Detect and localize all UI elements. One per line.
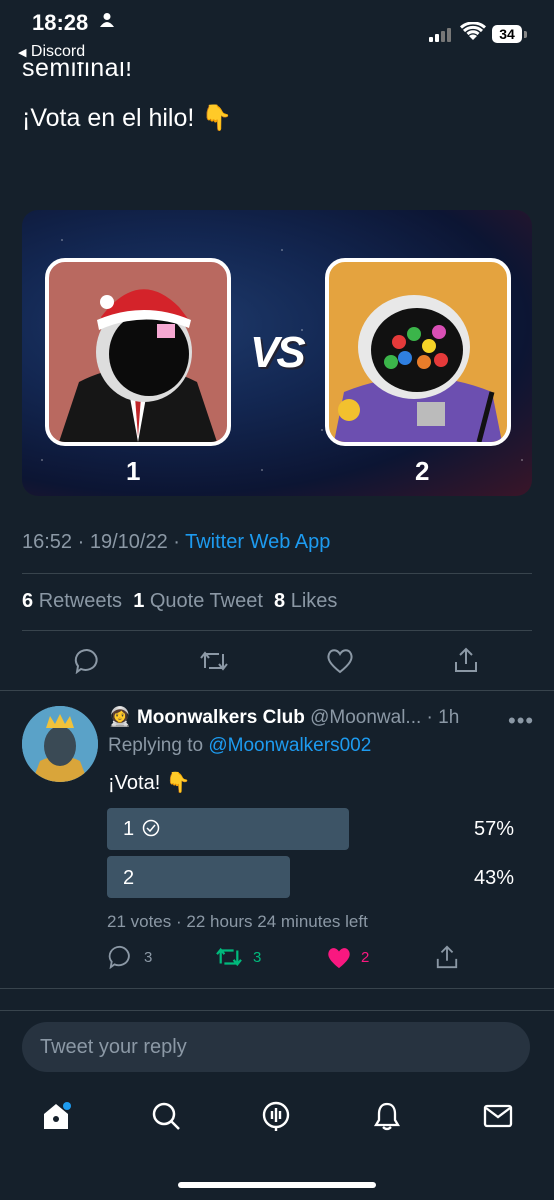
reply-input[interactable]: Tweet your reply bbox=[22, 1022, 530, 1072]
battery-cap bbox=[524, 31, 527, 38]
poll-option-2-bar[interactable] bbox=[107, 856, 290, 898]
replying-mention-link[interactable]: @Moonwalkers002 bbox=[208, 735, 371, 756]
divider bbox=[0, 1010, 554, 1011]
tweet-time: 16:52 bbox=[22, 531, 73, 553]
avatar[interactable] bbox=[22, 706, 98, 782]
back-label: Discord bbox=[30, 43, 86, 60]
home-icon[interactable] bbox=[40, 1100, 72, 1132]
spaces-icon[interactable] bbox=[260, 1100, 292, 1132]
reply-text: ¡Vota! 👇 bbox=[108, 772, 191, 794]
battery-icon: 34 bbox=[492, 25, 522, 43]
astronaut-emoji-icon: 👩‍🚀 bbox=[108, 707, 132, 728]
poll-option-2-percent: 43% bbox=[473, 867, 514, 889]
search-icon[interactable] bbox=[151, 1101, 181, 1131]
reply-time: 1h bbox=[438, 707, 460, 728]
nft-card-gumball-astronaut bbox=[325, 258, 511, 446]
like-icon[interactable] bbox=[326, 648, 354, 674]
retweets-stat[interactable]: 6 Retweets bbox=[22, 590, 122, 612]
like-count: 2 bbox=[361, 949, 370, 966]
tweet-source-link[interactable]: Twitter Web App bbox=[185, 531, 330, 553]
vs-label: VS bbox=[250, 328, 306, 377]
quotes-stat[interactable]: 1 Quote Tweet bbox=[133, 590, 263, 612]
tweet-text: ¡Vota en el hilo! 👇 bbox=[22, 104, 233, 132]
home-indicator bbox=[178, 1182, 376, 1188]
media-number-right: 2 bbox=[415, 456, 430, 486]
retweet-count: 3 bbox=[253, 949, 262, 966]
reply-icon[interactable] bbox=[108, 945, 132, 969]
reply-author-name[interactable]: Moonwalkers Club bbox=[137, 707, 305, 728]
person-icon bbox=[100, 13, 114, 27]
messages-icon[interactable] bbox=[483, 1103, 513, 1129]
reply-placeholder: Tweet your reply bbox=[40, 1036, 187, 1058]
tweet-stats: 6 Retweets 1 Quote Tweet 8 Likes bbox=[22, 590, 337, 613]
divider bbox=[0, 690, 554, 691]
share-icon[interactable] bbox=[453, 646, 479, 674]
check-circle-icon bbox=[142, 819, 159, 837]
retweet-icon[interactable] bbox=[215, 945, 243, 969]
back-arrow-icon: ◀ bbox=[18, 47, 27, 59]
like-filled-icon[interactable] bbox=[326, 946, 352, 970]
reply-author-handle[interactable]: @Moonwal... bbox=[310, 707, 421, 728]
reply-count: 3 bbox=[144, 949, 153, 966]
back-to-discord[interactable]: ◀ Discord bbox=[18, 43, 85, 61]
poll-option-1-percent: 57% bbox=[473, 818, 514, 840]
divider bbox=[0, 988, 554, 989]
replying-prefix: Replying to bbox=[108, 735, 204, 756]
divider bbox=[22, 573, 532, 574]
reply-header: 👩‍🚀 Moonwalkers Club @Moonwal... · 1h bbox=[108, 707, 460, 728]
wifi-icon bbox=[460, 22, 486, 40]
reply-icon[interactable] bbox=[74, 648, 100, 674]
tweet-timestamp: 16:52 · 19/10/22 · Twitter Web App bbox=[22, 531, 331, 553]
poll-meta: 21 votes · 22 hours 24 minutes left bbox=[107, 912, 368, 931]
divider bbox=[22, 630, 532, 631]
nft-card-santa-astronaut bbox=[45, 258, 231, 446]
signal-icon bbox=[429, 28, 451, 42]
more-options-icon[interactable]: ••• bbox=[508, 708, 534, 734]
tweet-media-image[interactable]: VS 1 2 bbox=[22, 210, 532, 496]
status-time: 18:28 bbox=[32, 10, 89, 35]
likes-stat[interactable]: 8 Likes bbox=[274, 590, 337, 612]
poll-option-1-label: 1 bbox=[123, 818, 160, 841]
poll-option-2-label: 2 bbox=[123, 867, 135, 889]
share-icon[interactable] bbox=[435, 944, 459, 970]
replying-to: Replying to @Moonwalkers002 bbox=[108, 735, 371, 757]
tweet-date: 19/10/22 bbox=[89, 531, 168, 553]
media-number-left: 1 bbox=[126, 456, 141, 486]
notifications-icon[interactable] bbox=[372, 1101, 402, 1131]
retweet-icon[interactable] bbox=[199, 648, 229, 674]
